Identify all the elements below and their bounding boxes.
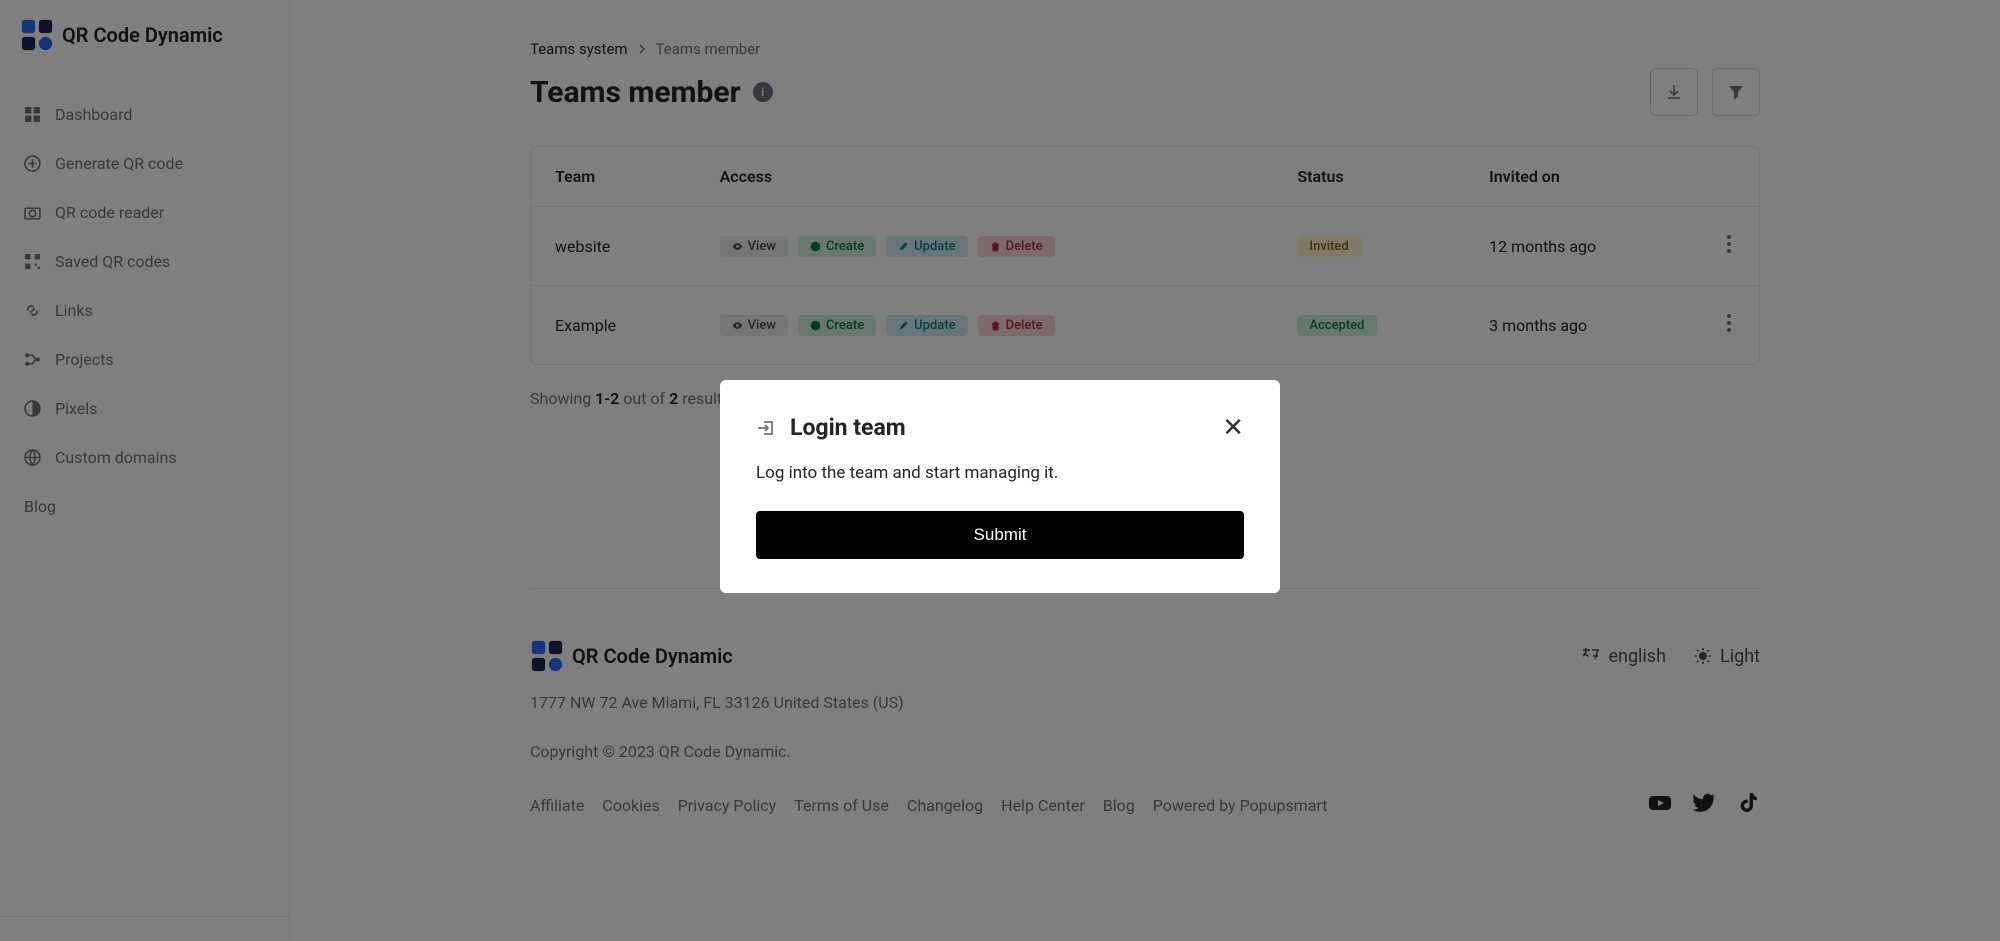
login-icon <box>756 418 776 438</box>
modal-overlay[interactable]: Login team ✕ Log into the team and start… <box>0 0 2000 941</box>
submit-button[interactable]: Submit <box>756 511 1244 559</box>
modal-body-text: Log into the team and start managing it. <box>756 463 1244 483</box>
modal-title: Login team <box>756 414 906 441</box>
login-team-modal: Login team ✕ Log into the team and start… <box>720 380 1280 593</box>
modal-close-button[interactable]: ✕ <box>1222 415 1244 441</box>
